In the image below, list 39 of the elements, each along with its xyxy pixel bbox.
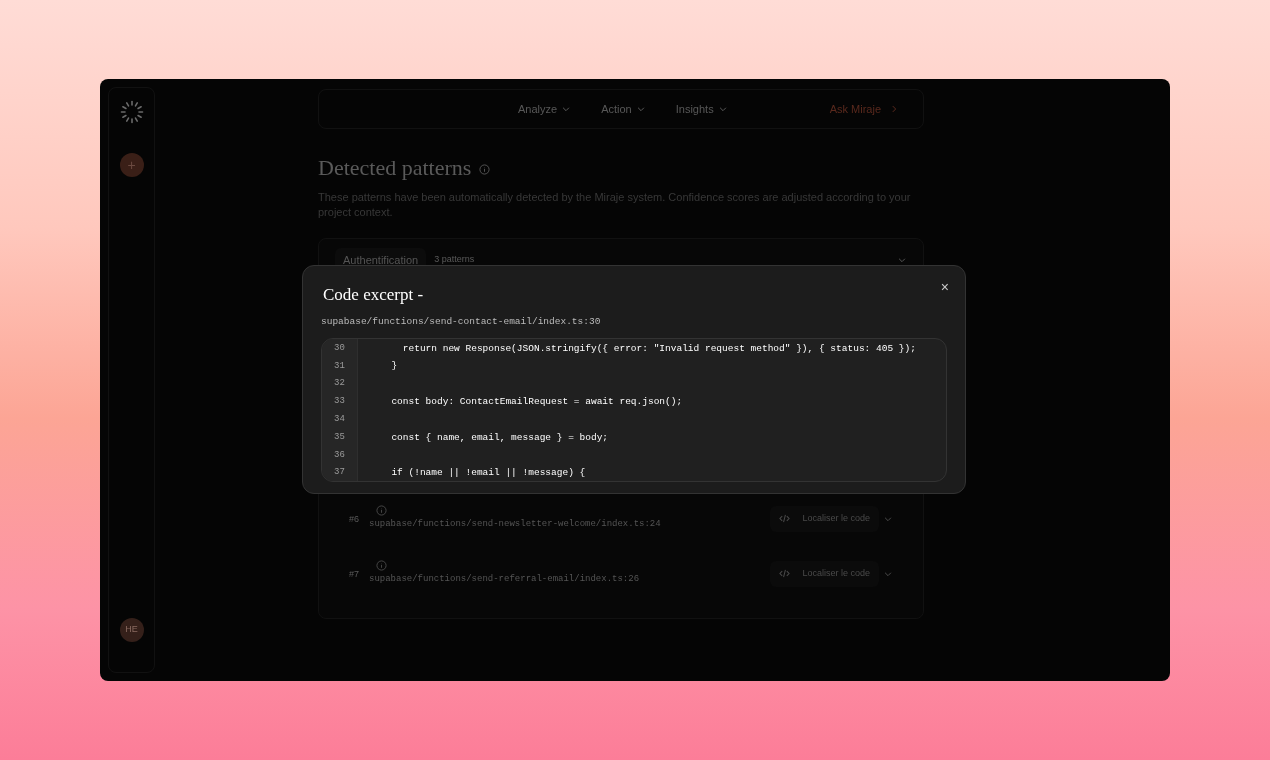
chevron-down-icon [635,104,646,114]
code-line: const body: ContactEmailRequest = await req.json(); [390,394,683,409]
file-path: supabase/functions/send-referral-email/index.ts:26 [369,573,640,587]
nav-menu-button[interactable]: Action [601,100,646,118]
line-number: 31 [333,359,346,373]
row-number: #6 [349,512,360,526]
user-avatar[interactable]: HE [119,618,144,642]
code-line: } [390,359,398,374]
info-icon [376,560,387,572]
code-line: return new Response(JSON.stringify({ error: "Invalid request method" }), { status: 405 }); [401,341,916,356]
chevron-right-icon [889,104,899,114]
dialog-file-path: supabase/functions/send-contact-email/index.ts:30 [321,314,602,329]
add-button[interactable]: + [119,153,144,177]
chevron-down-icon [561,104,572,114]
code-line: const { name, email, message } = body; [390,430,609,445]
nav-menu-button[interactable]: Insights [675,100,728,118]
line-number: 36 [333,448,346,462]
file-path: supabase/functions/send-newsletter-welcome/index.ts:24 [369,518,661,532]
row-number: #7 [349,567,360,581]
info-icon [376,505,387,517]
info-icon [479,164,491,175]
line-number: 32 [333,377,346,391]
line-number: 37 [333,466,346,480]
dialog-title: Code excerpt - [323,284,424,306]
line-number: 34 [333,413,346,427]
collapse-chevron-button[interactable] [897,255,907,265]
pattern-count: 3 patterns [434,253,475,267]
code-icon [779,568,791,579]
code-icon [779,513,791,524]
sunburst-logo-icon [119,100,144,124]
page-heading: Detected patterns [318,154,472,182]
chevron-down-icon [717,104,728,114]
line-number: 30 [333,341,346,355]
ask-button[interactable]: Ask Miraje [829,100,899,118]
line-number: 33 [333,395,346,409]
nav-menu-button[interactable]: Analyze [518,100,572,118]
close-button[interactable]: × [940,280,949,294]
code-line: if (!name || !email || !message) { [390,466,586,481]
line-number: 35 [333,430,346,444]
